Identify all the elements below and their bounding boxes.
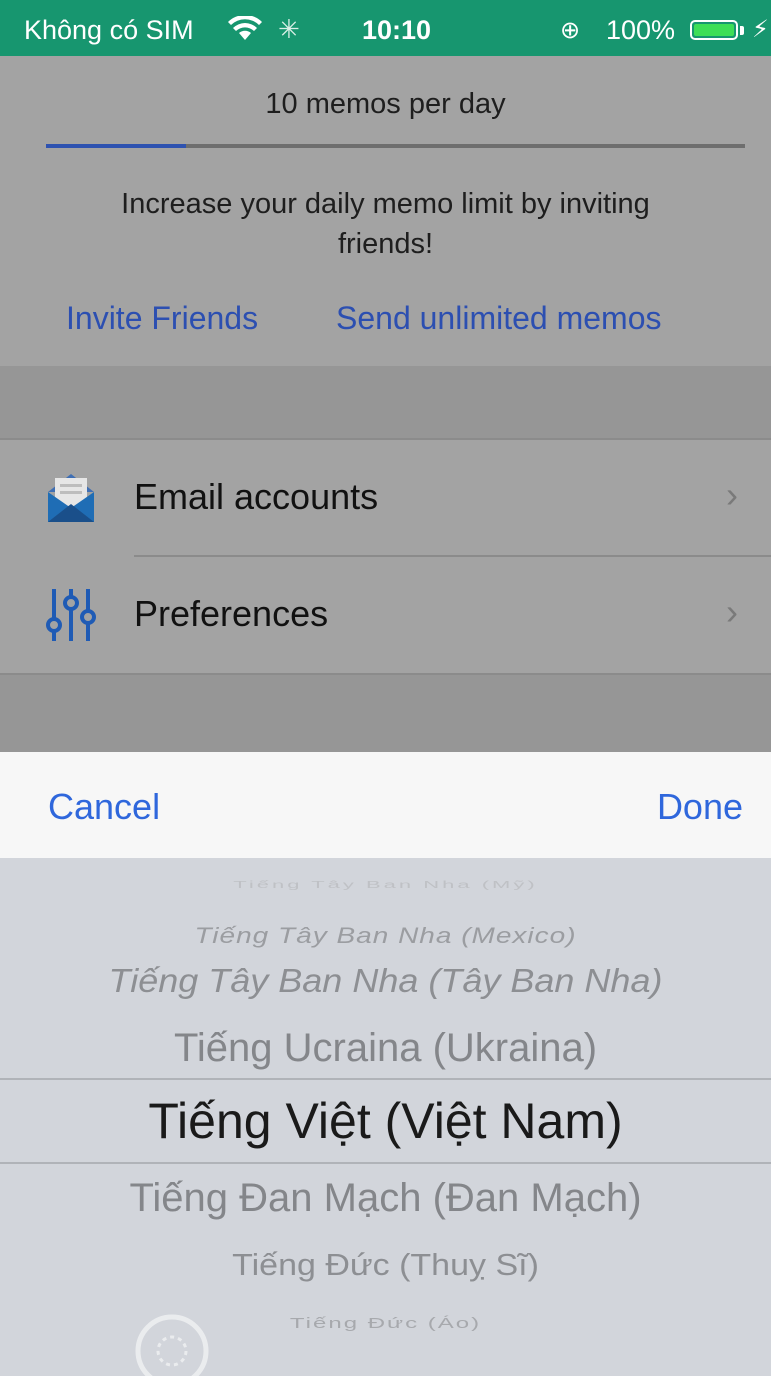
- settings-row-label: Preferences: [134, 593, 329, 634]
- picker-option[interactable]: Tiếng Tây Ban Nha (Mexico): [0, 923, 771, 949]
- picker-option[interactable]: Tiếng Tây Ban Nha (Mỹ): [0, 879, 771, 891]
- memo-quota-title: 10 memos per day: [265, 88, 506, 120]
- section-separator: [0, 675, 771, 752]
- rotation-lock-icon: ⊕: [560, 17, 581, 44]
- carrier-label: Không có SIM: [24, 15, 194, 45]
- clock: 10:10: [362, 15, 432, 45]
- picker-option[interactable]: Tiếng Đức (Thuỵ Sĩ): [0, 1248, 771, 1283]
- email-envelope-icon: [46, 470, 96, 526]
- sliders-icon: [46, 587, 96, 643]
- cancel-button[interactable]: Cancel: [48, 786, 160, 828]
- invite-description: Increase your daily memo limit by inviti…: [121, 188, 650, 260]
- chevron-right-icon: ›: [726, 591, 738, 632]
- picker-option[interactable]: Tiếng Ucraina (Ukraina): [0, 1026, 771, 1071]
- section-separator: [0, 366, 771, 438]
- send-unlimited-memos-link[interactable]: Send unlimited memos: [336, 300, 661, 337]
- language-picker-wheel[interactable]: Tiếng Tây Ban Nha (Mỹ) Tiếng Tây Ban Nha…: [0, 858, 771, 1376]
- picker-option[interactable]: Tiếng Đan Mạch (Đan Mạch): [0, 1176, 771, 1221]
- wifi-icon: [228, 14, 262, 49]
- status-bar: Không có SIM ✳ 10:10 ⊕ 100% ⚡: [0, 0, 771, 56]
- selection-indicator-top: [0, 1078, 771, 1080]
- battery-icon: [690, 20, 738, 40]
- selection-indicator-bottom: [0, 1162, 771, 1164]
- picker-toolbar: Cancel Done: [0, 752, 771, 858]
- battery-percent: 100%: [606, 15, 676, 45]
- invite-friends-link[interactable]: Invite Friends: [66, 300, 258, 337]
- activity-spinner-icon: ✳: [278, 14, 300, 44]
- picker-option[interactable]: Tiếng Tây Ban Nha (Tây Ban Nha): [0, 962, 771, 1001]
- memo-quota-progress: [46, 144, 745, 148]
- memo-quota-progress-fill: [46, 144, 186, 148]
- battery-tip: [740, 26, 744, 35]
- chevron-right-icon: ›: [726, 474, 738, 515]
- settings-row-email-accounts[interactable]: Email accounts ›: [0, 440, 771, 556]
- charging-bolt-icon: ⚡: [752, 16, 769, 43]
- watermark-logo-icon: [130, 1306, 650, 1376]
- settings-row-label: Email accounts: [134, 476, 379, 517]
- settings-screen-dimmed: 10 memos per day Increase your daily mem…: [0, 56, 771, 752]
- done-button[interactable]: Done: [657, 786, 743, 828]
- picker-option-selected[interactable]: Tiếng Việt (Việt Nam): [0, 1092, 771, 1150]
- settings-row-preferences[interactable]: Preferences ›: [0, 557, 771, 673]
